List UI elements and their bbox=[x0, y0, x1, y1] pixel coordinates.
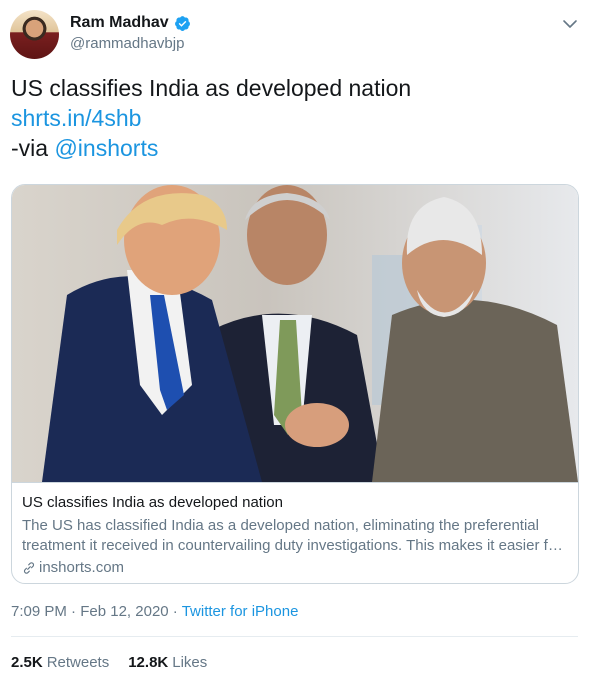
card-domain-row: inshorts.com bbox=[22, 559, 568, 576]
card-description: The US has classified India as a develop… bbox=[22, 517, 562, 554]
author-block: Ram Madhav @rammadhavbjp bbox=[70, 14, 191, 52]
author-name[interactable]: Ram Madhav bbox=[70, 14, 169, 32]
card-domain: inshorts.com bbox=[39, 559, 125, 576]
retweets-label: Retweets bbox=[46, 654, 110, 671]
link-icon bbox=[23, 561, 35, 574]
divider bbox=[11, 636, 578, 637]
author-name-row: Ram Madhav bbox=[70, 14, 191, 32]
card-body: US classifies India as developed nation … bbox=[12, 482, 578, 576]
verified-badge-icon bbox=[174, 15, 190, 31]
tweet-stats: 2.5K Retweets 12.8K Likes bbox=[11, 654, 207, 671]
tweet-text: US classifies India as developed nation … bbox=[11, 73, 411, 163]
tweet-link[interactable]: shrts.in/4shb bbox=[11, 105, 141, 131]
author-handle[interactable]: @rammadhavbjp bbox=[70, 35, 191, 52]
meta-separator: · bbox=[168, 603, 182, 620]
card-image bbox=[12, 185, 578, 482]
likes-count: 12.8K bbox=[128, 654, 169, 671]
tweet-date[interactable]: Feb 12, 2020 bbox=[80, 603, 168, 620]
tweet-source-link[interactable]: Twitter for iPhone bbox=[182, 603, 299, 620]
chevron-down-icon[interactable] bbox=[562, 16, 578, 32]
mention-link[interactable]: @inshorts bbox=[54, 135, 158, 161]
tweet: Ram Madhav @rammadhavbjp US classifies I… bbox=[0, 0, 592, 678]
tweet-meta: 7:09 PM · Feb 12, 2020 · Twitter for iPh… bbox=[11, 603, 298, 620]
via-prefix: -via bbox=[11, 135, 55, 161]
avatar[interactable] bbox=[10, 10, 59, 59]
meta-separator: · bbox=[66, 603, 81, 620]
tweet-time[interactable]: 7:09 PM bbox=[11, 603, 67, 620]
tweet-text-line: US classifies India as developed nation bbox=[11, 75, 412, 101]
link-card[interactable]: US classifies India as developed nation … bbox=[11, 184, 579, 584]
likes-stat[interactable]: 12.8K Likes bbox=[128, 654, 207, 671]
card-title: US classifies India as developed nation bbox=[22, 494, 283, 511]
retweets-stat[interactable]: 2.5K Retweets bbox=[11, 654, 109, 671]
retweets-count: 2.5K bbox=[11, 654, 43, 671]
likes-label: Likes bbox=[172, 654, 208, 671]
